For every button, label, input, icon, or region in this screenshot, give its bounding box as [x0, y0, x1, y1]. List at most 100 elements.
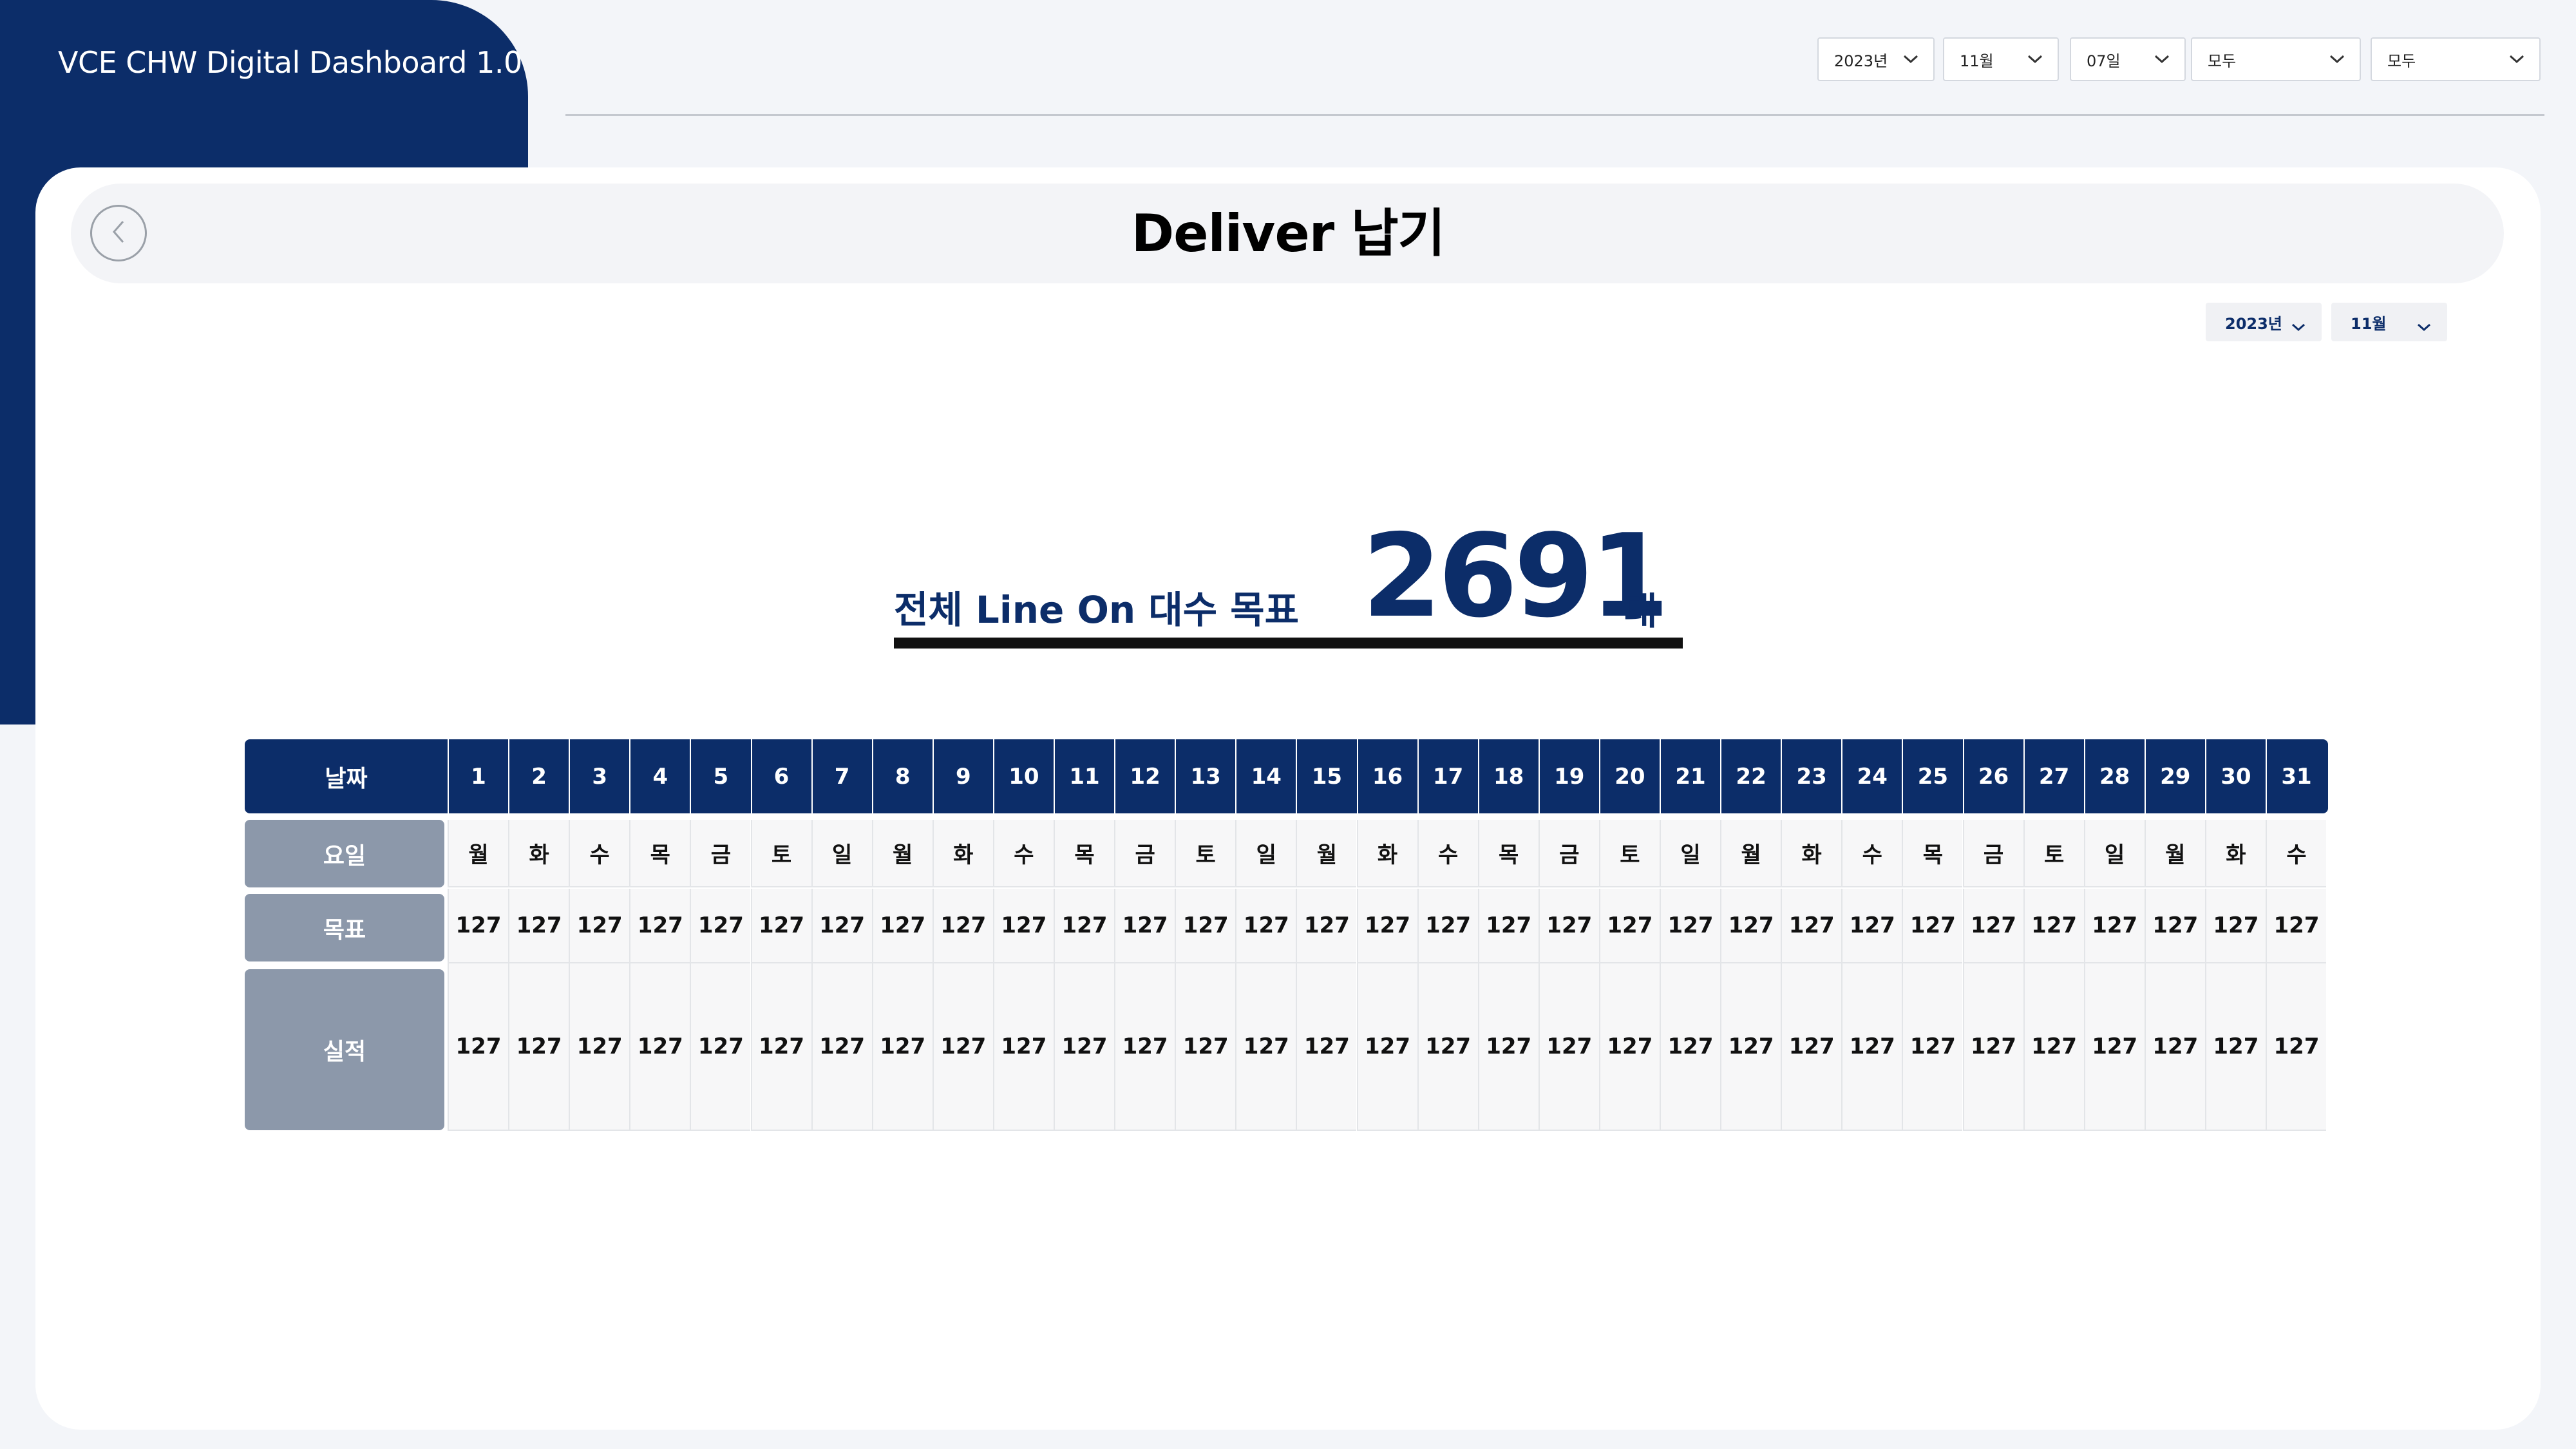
date-cell: 9 [932, 739, 993, 813]
date-row-label: 날짜 [325, 765, 368, 792]
target-cell: 127 [1477, 889, 1539, 963]
weekday-cell: 토 [1175, 820, 1236, 887]
actual-cell: 127 [992, 963, 1054, 1131]
chevron-down-icon [2508, 54, 2525, 64]
target-cell: 127 [750, 889, 811, 963]
app-title: VCE CHW Digital Dashboard 1.0 [58, 45, 522, 80]
date-cell: 27 [2023, 739, 2084, 813]
date-cell: 11 [1054, 739, 1114, 813]
actual-cell: 127 [1417, 963, 1478, 1131]
date-cell: 1 [448, 739, 508, 813]
date-cell: 21 [1660, 739, 1720, 813]
date-cell: 16 [1356, 739, 1417, 813]
actual-cell: 127 [1235, 963, 1296, 1131]
weekday-cell: 수 [1841, 820, 1902, 887]
target-cell: 127 [1902, 889, 1963, 963]
weekday-cell: 토 [2023, 820, 2084, 887]
chevron-down-icon [2329, 54, 2345, 64]
actual-cell: 127 [1902, 963, 1963, 1131]
date-cell: 19 [1538, 739, 1599, 813]
target-cell: 127 [1175, 889, 1236, 963]
actual-cell: 127 [871, 963, 933, 1131]
date-cell: 22 [1720, 739, 1781, 813]
actual-cell: 127 [1114, 963, 1175, 1131]
actual-cell: 127 [569, 963, 630, 1131]
day-filter-value: 07일 [2087, 52, 2121, 70]
date-cell: 10 [992, 739, 1054, 813]
date-cell: 3 [569, 739, 629, 813]
month-filter-dropdown[interactable]: 11월 [1943, 37, 2059, 81]
headline-value: 2691 [1362, 509, 1669, 643]
sub-month-dropdown[interactable]: 11월 [2331, 303, 2447, 341]
weekday-cell: 수 [1417, 820, 1478, 887]
actual-cell: 127 [1296, 963, 1357, 1131]
weekday-cell: 토 [1598, 820, 1660, 887]
month-filter-value: 11월 [1960, 52, 1994, 70]
date-cell: 4 [629, 739, 690, 813]
actual-cell: 127 [448, 963, 508, 1131]
date-cell: 12 [1114, 739, 1175, 813]
actual-cell: 127 [1660, 963, 1720, 1131]
line-filter-dropdown[interactable]: 모두 [2371, 37, 2541, 81]
date-cell: 24 [1841, 739, 1902, 813]
target-cell: 127 [690, 889, 751, 963]
actual-cell: 127 [2144, 963, 2205, 1131]
date-cell: 7 [811, 739, 872, 813]
target-cell: 127 [2144, 889, 2205, 963]
weekday-row-label: 요일 [245, 820, 444, 887]
date-cell: 8 [871, 739, 933, 813]
day-filter-dropdown[interactable]: 07일 [2070, 37, 2186, 81]
weekday-cell: 목 [1054, 820, 1114, 887]
sub-year-dropdown[interactable]: 2023년 [2206, 303, 2322, 341]
weekday-cell: 화 [932, 820, 993, 887]
weekday-cell: 토 [750, 820, 811, 887]
target-cell: 127 [1781, 889, 1842, 963]
chevron-down-icon [2154, 54, 2170, 64]
actual-cell: 127 [2023, 963, 2084, 1131]
date-cell: 17 [1417, 739, 1478, 813]
actual-cell: 127 [629, 963, 690, 1131]
weekday-cell: 목 [1902, 820, 1963, 887]
weekday-cell: 수 [569, 820, 630, 887]
date-cell: 26 [1962, 739, 2023, 813]
target-cell: 127 [1054, 889, 1114, 963]
weekday-cell: 금 [1538, 820, 1599, 887]
chevron-down-icon [1902, 54, 1919, 64]
weekday-cell: 화 [1781, 820, 1842, 887]
weekday-cell: 수 [992, 820, 1054, 887]
target-cell: 127 [2266, 889, 2326, 963]
sub-year-value: 2023년 [2225, 314, 2282, 333]
actual-cell: 127 [1356, 963, 1417, 1131]
weekday-cell: 월 [2144, 820, 2205, 887]
actual-cell: 127 [811, 963, 872, 1131]
year-filter-dropdown[interactable]: 2023년 [1817, 37, 1935, 81]
weekday-cell: 월 [448, 820, 508, 887]
target-cell: 127 [992, 889, 1054, 963]
date-cell: 18 [1477, 739, 1539, 813]
weekday-cell: 일 [2083, 820, 2145, 887]
category-filter-dropdown[interactable]: 모두 [2191, 37, 2361, 81]
weekday-cell: 일 [811, 820, 872, 887]
weekday-cell: 수 [2266, 820, 2326, 887]
target-cell: 127 [1841, 889, 1902, 963]
chevron-down-icon [2291, 317, 2306, 332]
target-cell: 127 [1538, 889, 1599, 963]
actual-cell: 127 [2266, 963, 2326, 1131]
date-cell: 2 [508, 739, 569, 813]
actual-cell: 127 [1054, 963, 1114, 1131]
weekday-cell: 월 [871, 820, 933, 887]
target-row-label: 목표 [245, 894, 444, 961]
date-cell: 23 [1781, 739, 1841, 813]
target-cell: 127 [1114, 889, 1175, 963]
actual-cell: 127 [1175, 963, 1236, 1131]
weekday-cell: 일 [1235, 820, 1296, 887]
weekday-cell: 월 [1720, 820, 1781, 887]
weekday-cell: 금 [690, 820, 751, 887]
actual-cell: 127 [1477, 963, 1539, 1131]
date-cell: 6 [750, 739, 811, 813]
date-cell: 20 [1598, 739, 1660, 813]
weekday-cell: 일 [1660, 820, 1720, 887]
sub-month-value: 11월 [2351, 314, 2387, 333]
page-title: Deliver 납기 [1131, 204, 1445, 263]
date-cell: 13 [1175, 739, 1235, 813]
